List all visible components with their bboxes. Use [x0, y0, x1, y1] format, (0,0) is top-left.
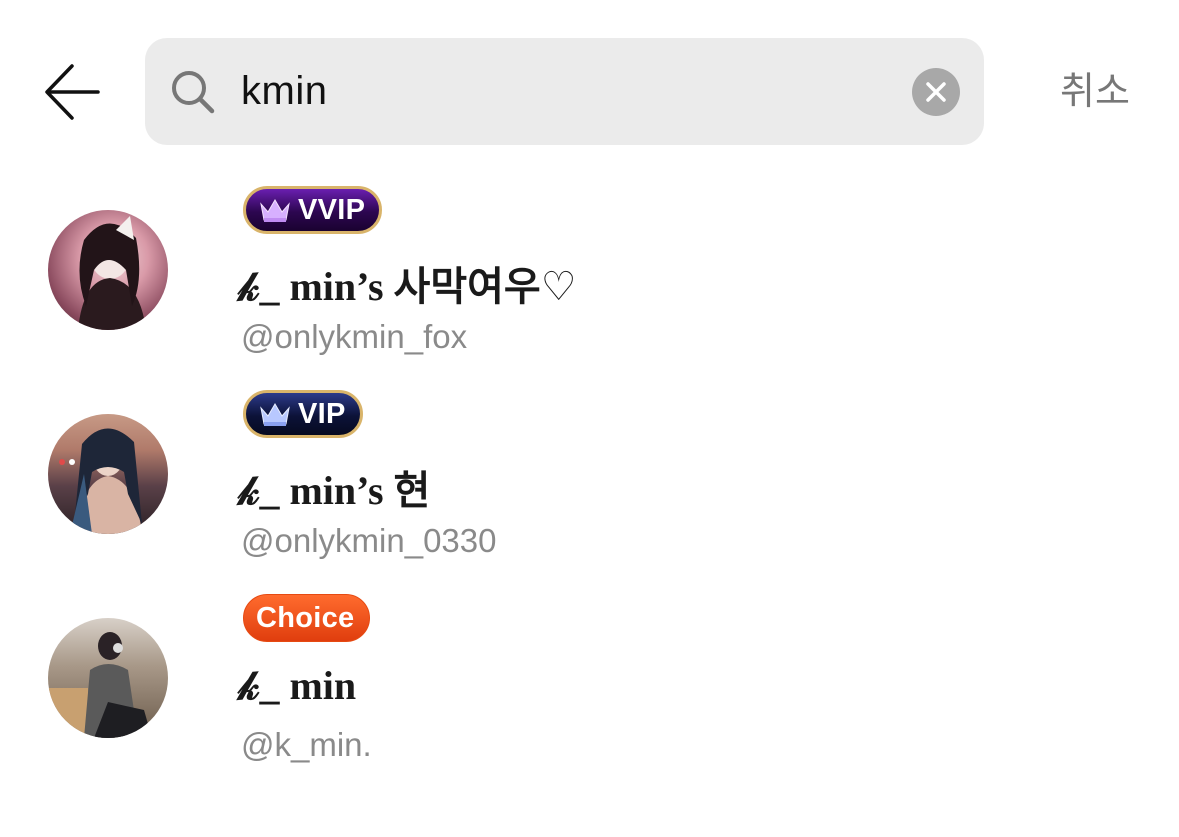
- back-button[interactable]: [40, 60, 104, 124]
- search-header: 취소: [0, 0, 1179, 160]
- badge-label: VIP: [298, 397, 346, 430]
- cancel-button[interactable]: 취소: [1040, 64, 1150, 120]
- clear-circle-icon: [926, 82, 946, 102]
- search-result-item[interactable]: VIP 𝓀_ min’s 현 @onlykmin_0330: [0, 374, 1179, 578]
- crown-icon: [260, 199, 290, 222]
- avatar: [48, 414, 168, 534]
- arrow-left-icon: [45, 64, 100, 120]
- username-handle: @onlykmin_0330: [241, 522, 497, 559]
- clear-search-button[interactable]: [912, 68, 960, 116]
- avatar: [48, 618, 168, 738]
- username-handle: @k_min.: [241, 726, 372, 763]
- vip-badge: VIP: [243, 390, 363, 438]
- display-name: 𝓀_ min’s 현: [238, 468, 431, 513]
- display-name: 𝓀_ min’s 사막여우♡: [238, 264, 577, 309]
- display-name: 𝓀_ min: [238, 663, 357, 708]
- username-handle: @onlykmin_fox: [241, 318, 468, 355]
- search-field[interactable]: [145, 38, 984, 145]
- badge-label: Choice: [256, 601, 355, 634]
- crown-icon: [260, 403, 290, 426]
- avatar: [48, 210, 168, 330]
- search-input[interactable]: [241, 60, 891, 122]
- search-result-item[interactable]: Choice 𝓀_ min @k_min.: [0, 578, 1179, 782]
- search-icon: [172, 71, 215, 114]
- vvip-badge: VVIP: [243, 186, 383, 234]
- badge-label: VVIP: [298, 193, 366, 226]
- choice-badge: Choice: [243, 594, 370, 642]
- search-result-item[interactable]: VVIP 𝓀_ min’s 사막여우♡ @onlykmin_fox: [0, 170, 1179, 374]
